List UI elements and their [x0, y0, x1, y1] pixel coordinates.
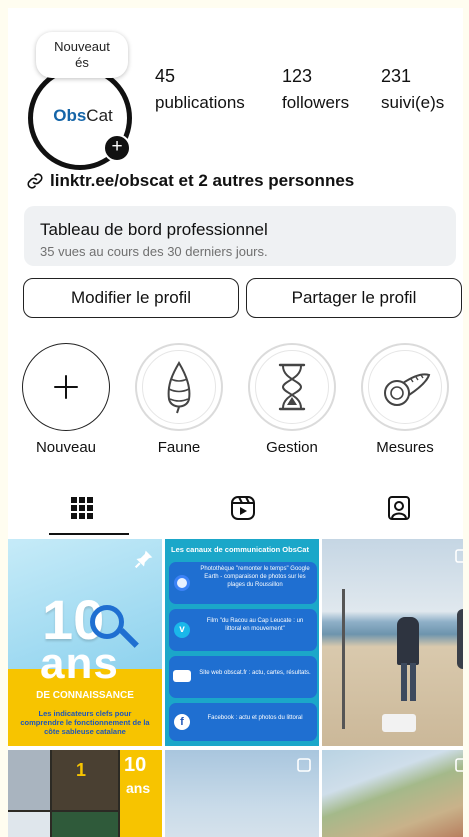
logo-obs: Obs [53, 106, 87, 125]
notes-bubble[interactable]: Nouveautés [36, 32, 128, 78]
dashboard-subtitle: 35 vues au cours des 30 derniers jours. [40, 244, 268, 259]
highlight-new[interactable] [22, 343, 110, 431]
collage-photo: 1 [52, 750, 118, 810]
grid-icon [71, 497, 93, 519]
notes-bubble-text: Nouveautés [54, 39, 110, 70]
tab-grid[interactable] [70, 496, 94, 525]
collage-photo [52, 812, 118, 837]
plus-icon [54, 375, 78, 399]
stat-following[interactable]: 231 suivi(e)s [381, 66, 444, 113]
post-caption: Les indicateurs clefs pour comprendre le… [20, 709, 150, 736]
stat-publications[interactable]: 45 publications [155, 66, 245, 113]
channel-item: v Film "du Racou au Cap Leucate : un lit… [169, 609, 317, 651]
survey-pole [342, 589, 345, 729]
collage-number: 10 [124, 754, 147, 776]
person-leg [410, 663, 416, 701]
hourglass-icon [278, 363, 306, 411]
channel-text: Film "du Racou au Cap Leucate : un litto… [206, 618, 304, 632]
post-sky[interactable] [165, 750, 319, 837]
post-10-ans[interactable]: 10 ans DE CONNAISSANCE Les indicateurs c… [8, 539, 162, 746]
active-tab-indicator [49, 533, 129, 535]
person-figure [397, 617, 419, 665]
highlight-faune[interactable] [135, 343, 223, 431]
magnifier-icon [90, 605, 124, 639]
website-icon [173, 670, 191, 682]
stat-value: 123 [282, 66, 313, 86]
profile-link[interactable]: linktr.ee/obscat et 2 autres personnes [26, 171, 354, 191]
post-beach-survey[interactable] [322, 539, 463, 746]
channel-text: Facebook : actu et photos du littoral [207, 715, 303, 721]
channel-text: Photothèque "remonter le temps" Google E… [200, 566, 310, 588]
link-icon [27, 173, 43, 189]
highlight-label: Nouveau [35, 439, 97, 456]
highlight-label: Gestion [266, 439, 318, 456]
share-profile-button[interactable]: Partager le profil [246, 278, 462, 318]
carousel-icon [455, 758, 463, 772]
pin-icon [134, 550, 153, 569]
edit-profile-button[interactable]: Modifier le profil [23, 278, 239, 318]
collage-10-ans: 10 ans [120, 750, 162, 837]
stat-followers[interactable]: 123 followers [282, 66, 349, 113]
post-word: ans [40, 639, 119, 688]
profile-screen: ObsCat + Nouveautés 45 publications 123 … [8, 8, 463, 837]
highlight-label: Faune [157, 439, 201, 456]
highlight-mesures[interactable] [361, 343, 449, 431]
tab-tagged[interactable] [385, 494, 413, 527]
person-figure [457, 609, 463, 669]
measuring-tape-icon [384, 373, 431, 406]
seashell-icon [167, 361, 191, 414]
channel-item: f Facebook : actu et photos du littoral [169, 703, 317, 741]
vimeo-icon: v [174, 622, 190, 638]
avatar-logo: ObsCat [43, 106, 123, 126]
channel-item: Site web obscat.fr : actu, cartes, résul… [169, 656, 317, 698]
post-title: Les canaux de communication ObsCat [171, 545, 309, 554]
post-canaux[interactable]: Les canaux de communication ObsCat Photo… [165, 539, 319, 746]
stat-label: suivi(e)s [381, 93, 445, 112]
globe-icon [174, 575, 190, 591]
collage-photo [8, 812, 50, 837]
profile-link-text: linktr.ee/obscat et 2 autres personnes [50, 171, 355, 190]
dashboard-title: Tableau de bord professionnel [40, 220, 268, 239]
stat-value: 231 [381, 66, 412, 86]
highlight-gestion[interactable] [248, 343, 336, 431]
post-coastline[interactable] [322, 750, 463, 837]
tagged-icon [388, 496, 410, 520]
facebook-icon: f [174, 714, 190, 730]
collage-photo [8, 750, 50, 810]
stat-value: 45 [155, 66, 176, 86]
highlight-label: Mesures [376, 439, 434, 456]
add-story-icon[interactable]: + [103, 134, 131, 162]
logo-cat: Cat [86, 106, 113, 125]
channel-text: Site web obscat.fr : actu, cartes, résul… [199, 670, 311, 676]
carousel-icon [455, 549, 463, 563]
stat-label: publications [155, 93, 245, 112]
channel-item: Photothèque "remonter le temps" Google E… [169, 562, 317, 604]
stat-label: followers [282, 93, 350, 112]
carousel-icon [297, 758, 311, 772]
post-collage[interactable]: 1 10 ans [8, 750, 162, 837]
collage-word: ans [126, 780, 151, 796]
post-banner: DE CONNAISSANCE [8, 689, 162, 703]
reels-icon [231, 496, 255, 520]
person-leg [401, 663, 407, 701]
tab-reels[interactable] [229, 494, 257, 527]
equipment-case [382, 714, 416, 732]
